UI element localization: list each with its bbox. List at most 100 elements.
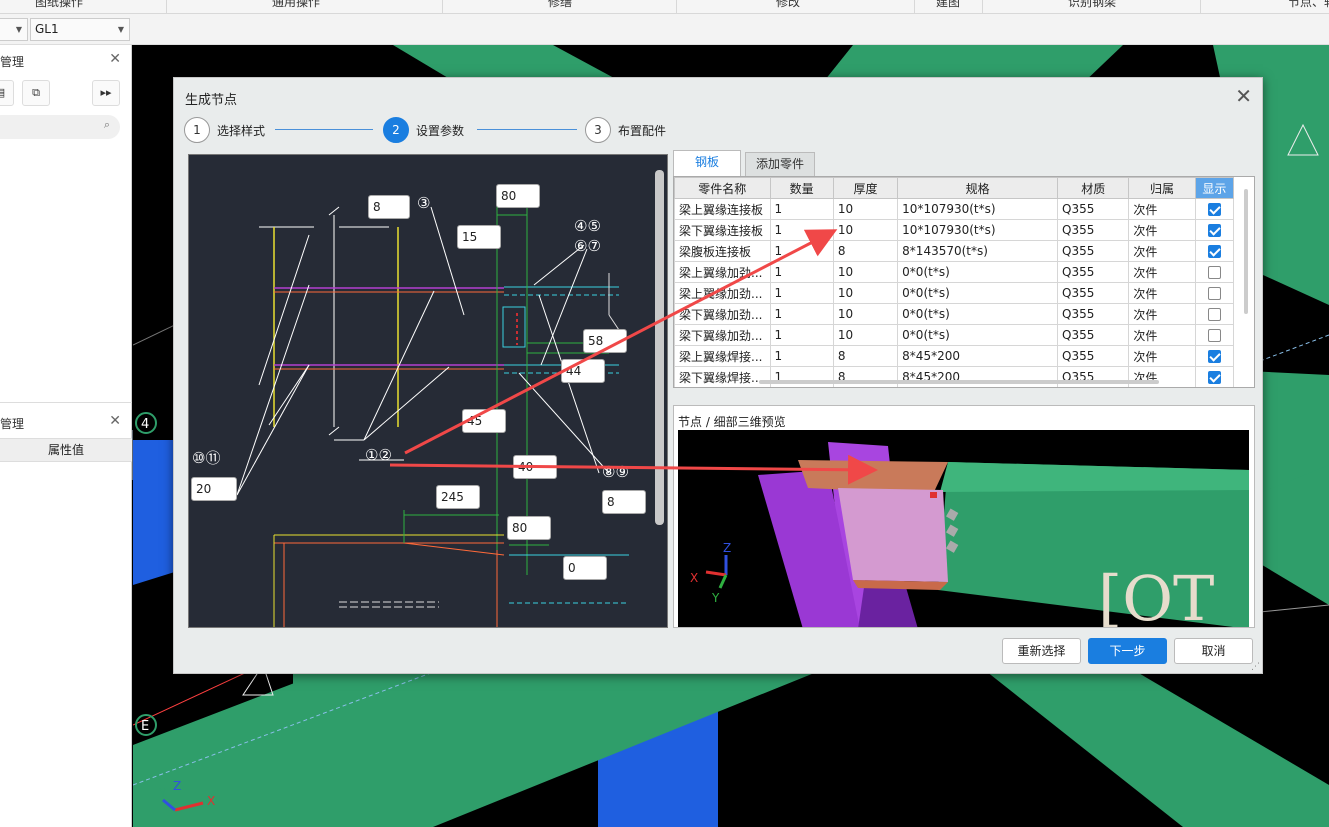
scene-axis-x: X	[207, 794, 215, 808]
cell-spec[interactable]: 10*107930(t*s)	[897, 198, 1059, 220]
param-input[interactable]: 45	[462, 409, 506, 433]
cell-qty[interactable]: 1	[769, 324, 834, 346]
next-button[interactable]: 下一步	[1088, 638, 1167, 664]
table-vertical-scrollbar[interactable]	[1244, 189, 1248, 314]
col-header-spec[interactable]: 规格	[897, 177, 1059, 199]
cell-spec[interactable]: 0*0(t*s)	[897, 324, 1059, 346]
floor-select[interactable]: ▼	[0, 18, 28, 41]
cell-thick[interactable]: 10	[832, 324, 899, 346]
cell-spec[interactable]: 10*107930(t*s)	[897, 219, 1059, 241]
param-input[interactable]: 80	[507, 516, 551, 540]
show-checkbox[interactable]	[1207, 287, 1221, 300]
cell-qty[interactable]: 1	[769, 282, 834, 304]
col-header-thickness[interactable]: 厚度	[832, 177, 899, 199]
cell-show	[1194, 282, 1235, 304]
col-header-owner[interactable]: 归属	[1128, 177, 1196, 199]
cell-qty[interactable]: 1	[769, 240, 834, 262]
menu-modify[interactable]: 修改	[776, 0, 800, 10]
cell-qty[interactable]: 1	[769, 198, 834, 220]
chevron-down-icon: ▼	[117, 25, 124, 34]
resize-grip-icon[interactable]: ⋰	[1251, 662, 1260, 672]
col-header-name[interactable]: 零件名称	[674, 177, 771, 199]
menu-build[interactable]: 建图	[936, 0, 960, 10]
cell-thick[interactable]: 8	[832, 240, 899, 262]
menu-node[interactable]: 节点、辅	[1288, 0, 1329, 10]
cancel-button[interactable]: 取消	[1174, 638, 1253, 664]
cell-spec[interactable]: 0*0(t*s)	[897, 282, 1059, 304]
table-row[interactable]: 梁上翼缘焊接... 1 8 8*45*200 Q355 次件	[674, 345, 1235, 367]
param-input[interactable]: 0	[563, 556, 607, 580]
copy-icon[interactable]: ⧉	[22, 80, 50, 106]
param-input[interactable]: 8	[368, 195, 410, 219]
param-input[interactable]: 8	[602, 490, 646, 514]
search-input[interactable]: ⌕	[0, 115, 120, 139]
table-row[interactable]: 梁下翼缘加劲... 1 10 0*0(t*s) Q355 次件	[674, 303, 1235, 325]
cell-thick[interactable]: 10	[832, 198, 899, 220]
param-input[interactable]: 58	[583, 329, 627, 353]
close-icon[interactable]: ✕	[109, 413, 121, 429]
show-checkbox[interactable]	[1207, 308, 1221, 321]
cell-spec[interactable]: 8*45*200	[897, 345, 1059, 367]
menu-separator	[166, 0, 167, 13]
param-input[interactable]: 80	[496, 184, 540, 208]
menu-identify-beam[interactable]: 识别钢梁	[1068, 0, 1116, 10]
param-input[interactable]: 20	[191, 477, 237, 501]
cell-name: 梁下翼缘加劲...	[674, 303, 771, 325]
diagram-scrollbar[interactable]	[655, 170, 664, 525]
param-input[interactable]: 40	[513, 455, 557, 479]
close-icon[interactable]: ✕	[1235, 84, 1252, 108]
show-checkbox[interactable]	[1207, 266, 1221, 279]
cell-mat: Q355	[1057, 303, 1130, 325]
cell-spec[interactable]: 8*45*200	[897, 366, 1059, 387]
cell-spec[interactable]: 8*143570(t*s)	[897, 240, 1059, 262]
cell-thick[interactable]: 10	[832, 303, 899, 325]
menu-repair[interactable]: 修缮	[548, 0, 572, 10]
show-checkbox[interactable]	[1207, 350, 1221, 363]
show-checkbox[interactable]	[1207, 245, 1221, 258]
cell-qty[interactable]: 1	[769, 261, 834, 283]
param-input[interactable]: 245	[436, 485, 480, 509]
show-checkbox[interactable]	[1207, 329, 1221, 342]
menu-drawing-ops[interactable]: 图纸操作	[35, 0, 83, 10]
col-header-show[interactable]: 显示	[1194, 177, 1235, 199]
show-checkbox[interactable]	[1207, 203, 1221, 216]
menu-common-ops[interactable]: 通用操作	[272, 0, 320, 10]
col-header-material[interactable]: 材质	[1057, 177, 1130, 199]
table-row[interactable]: 梁腹板连接板 1 8 8*143570(t*s) Q355 次件	[674, 240, 1235, 262]
table-row[interactable]: 梁下翼缘连接板 1 10 10*107930(t*s) Q355 次件	[674, 219, 1235, 241]
layer-icon[interactable]: ▤	[0, 80, 14, 106]
cell-qty[interactable]: 1	[769, 345, 834, 367]
tab-add-part[interactable]: 添加零件	[745, 152, 815, 176]
cell-qty[interactable]: 1	[769, 219, 834, 241]
cell-qty[interactable]: 1	[769, 303, 834, 325]
table-row[interactable]: 梁上翼缘加劲... 1 10 0*0(t*s) Q355 次件	[674, 261, 1235, 283]
table-row[interactable]: 梁上翼缘连接板 1 10 10*107930(t*s) Q355 次件	[674, 198, 1235, 220]
cell-owner: 次件	[1128, 282, 1196, 304]
table-horizontal-scrollbar[interactable]	[759, 380, 1159, 384]
show-checkbox[interactable]	[1207, 224, 1221, 237]
col-header-qty[interactable]: 数量	[769, 177, 834, 199]
param-input[interactable]: 44	[561, 359, 605, 383]
reselect-button[interactable]: 重新选择	[1002, 638, 1081, 664]
table-row[interactable]: 梁下翼缘焊接... 1 8 8*45*200 Q355 次件	[674, 366, 1235, 387]
3d-preview-canvas[interactable]: [OT X Y Z	[678, 430, 1249, 627]
cell-thick[interactable]: 8	[832, 345, 899, 367]
cell-spec[interactable]: 0*0(t*s)	[897, 303, 1059, 325]
expand-icon[interactable]: ▸▸	[92, 80, 120, 106]
cell-thick[interactable]: 10	[832, 282, 899, 304]
cell-thick[interactable]: 10	[832, 261, 899, 283]
close-icon[interactable]: ✕	[109, 51, 121, 67]
show-checkbox[interactable]	[1207, 371, 1221, 384]
tab-steel-plate[interactable]: 钢板	[673, 150, 741, 176]
table-row[interactable]: 梁下翼缘加劲... 1 10 0*0(t*s) Q355 次件	[674, 324, 1235, 346]
component-select[interactable]: GL1 ▼	[30, 18, 130, 41]
table-row[interactable]: 梁上翼缘加劲... 1 10 0*0(t*s) Q355 次件	[674, 282, 1235, 304]
cell-name: 梁上翼缘加劲...	[674, 282, 771, 304]
cell-qty[interactable]: 1	[769, 366, 834, 387]
cell-spec[interactable]: 0*0(t*s)	[897, 261, 1059, 283]
cell-thick[interactable]: 10	[832, 219, 899, 241]
cell-thick[interactable]: 8	[832, 366, 899, 387]
param-input[interactable]: 15	[457, 225, 501, 249]
scene-axis-y: Y	[158, 786, 167, 800]
divider	[0, 402, 132, 403]
